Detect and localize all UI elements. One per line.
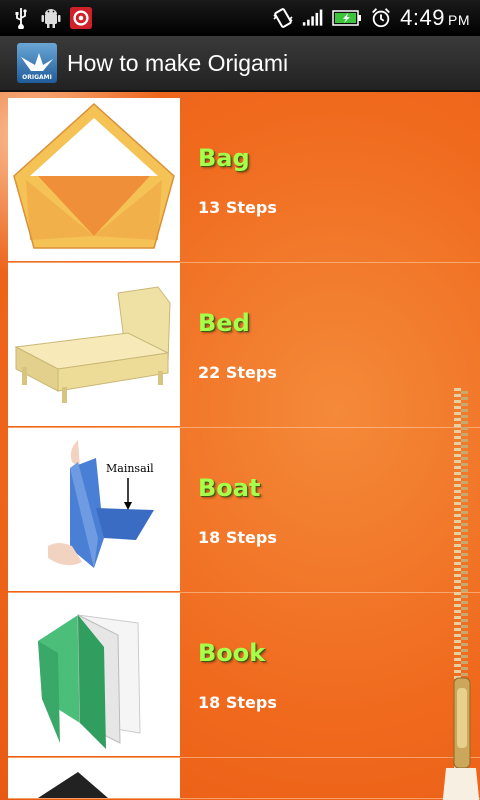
boat-caption: Mainsail: [106, 462, 154, 475]
status-bar: 4:49 PM: [0, 0, 480, 36]
book-thumbnail: [8, 593, 180, 756]
signal-icon: [302, 7, 324, 29]
zipper-scroll-handle[interactable]: [442, 388, 480, 800]
status-time: 4:49 PM: [400, 5, 470, 30]
origami-list-view[interactable]: Bag 13 Steps Bed 22 Steps Mainsail Boat …: [0, 92, 480, 800]
list-item[interactable]: Bed 22 Steps: [8, 263, 480, 428]
usb-icon: [10, 7, 32, 29]
app-logo: ORIGAMI: [17, 43, 57, 83]
list-item[interactable]: [8, 758, 480, 799]
bag-thumbnail: [8, 98, 180, 261]
item-title: Bed: [198, 308, 250, 337]
boat-thumbnail: Mainsail: [8, 428, 180, 591]
item-steps: 22 Steps: [198, 362, 277, 382]
app-notification-icon: [70, 7, 92, 29]
page-title: How to make Origami: [67, 49, 289, 76]
item-steps: 18 Steps: [198, 527, 277, 547]
bed-thumbnail: [8, 263, 180, 426]
action-bar: ORIGAMI How to make Origami: [0, 36, 480, 92]
item-steps: 13 Steps: [198, 197, 277, 217]
vibrate-icon: [272, 7, 294, 29]
item-title: Book: [198, 638, 266, 667]
partial-thumbnail: [8, 758, 180, 798]
list-item[interactable]: Mainsail Boat 18 Steps: [8, 428, 480, 593]
battery-charging-icon: [332, 7, 362, 29]
android-debug-icon: [40, 7, 62, 29]
item-steps: 18 Steps: [198, 692, 277, 712]
list-item[interactable]: Bag 13 Steps: [8, 98, 480, 263]
alarm-icon: [370, 7, 392, 29]
item-title: Boat: [198, 473, 261, 502]
item-title: Bag: [198, 143, 250, 172]
list-item[interactable]: Book 18 Steps: [8, 593, 480, 758]
